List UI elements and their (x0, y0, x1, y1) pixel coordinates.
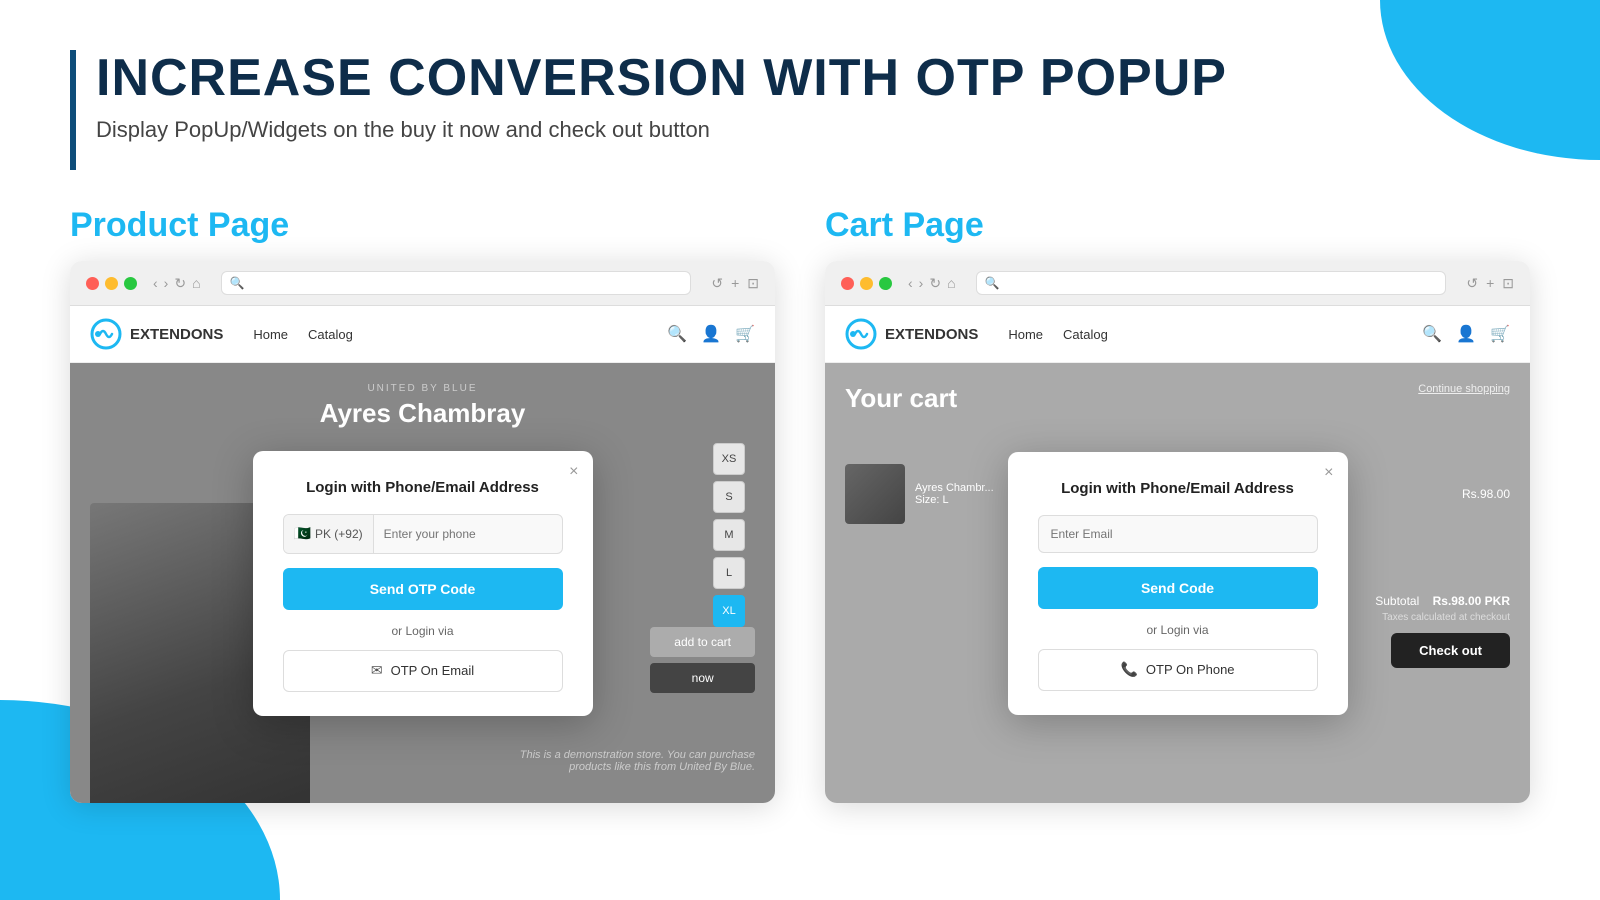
flag-area: 🇵🇰 PK (+92) (284, 515, 374, 553)
cart-browser-actions: ↺ + ⊡ (1466, 275, 1514, 292)
cart-otp-alt-btn[interactable]: 📞 OTP On Phone (1038, 649, 1318, 691)
otp-email-btn[interactable]: ✉ OTP On Email (283, 650, 563, 692)
cart-send-btn[interactable]: Send Code (1038, 567, 1318, 609)
product-page-content: UNITED BY BLUE Ayres Chambray XS S M L X… (70, 363, 775, 803)
main-title: INCREASE CONVERSION WITH OTP POPUP (96, 50, 1227, 107)
product-otp-popup: × Login with Phone/Email Address 🇵🇰 PK (… (253, 451, 593, 716)
otp-alt-label: OTP On Email (391, 663, 475, 678)
cart-nav-links: Home Catalog (1008, 327, 1108, 342)
product-popup-title: Login with Phone/Email Address (283, 479, 563, 496)
product-popup-close[interactable]: × (569, 463, 578, 481)
cart-dot-red[interactable] (841, 277, 854, 290)
store-logo: EXTENDONS (90, 318, 223, 350)
browser-actions: ↺ + ⊡ (711, 275, 759, 292)
refresh-icon[interactable]: ↺ (711, 275, 723, 292)
cart-dot-green[interactable] (879, 277, 892, 290)
product-store-nav: EXTENDONS Home Catalog 🔍 👤 🛒 (70, 306, 775, 363)
cart-dot-yellow[interactable] (860, 277, 873, 290)
phone-icon: 📞 (1120, 661, 1137, 678)
cart-store-name: EXTENDONS (885, 326, 978, 343)
browser-search-bar[interactable]: 🔍 (221, 271, 692, 295)
cart-popup-title: Login with Phone/Email Address (1038, 480, 1318, 497)
phone-input-group: 🇵🇰 PK (+92) (283, 514, 563, 554)
dot-yellow[interactable] (105, 277, 118, 290)
cart-page-column: Cart Page ‹ › ↻ ⌂ (825, 206, 1530, 803)
cart-nav-actions: 🔍 👤 🛒 (1422, 324, 1510, 344)
header-section: INCREASE CONVERSION WITH OTP POPUP Displ… (70, 50, 1530, 170)
cart-page-label: Cart Page (825, 206, 1530, 245)
browser-nav-icons: ‹ › ↻ ⌂ (153, 275, 201, 292)
nav-back-icon[interactable]: ‹ (153, 275, 158, 292)
product-browser-window: ‹ › ↻ ⌂ 🔍 ↺ + ⊡ (70, 261, 775, 803)
cart-otp-popup: × Login with Phone/Email Address Send Co… (1008, 452, 1348, 715)
cart-window-icon[interactable]: ⊡ (1502, 275, 1514, 292)
phone-input[interactable] (374, 515, 562, 553)
cart-action-icon[interactable]: 🛒 (735, 324, 755, 344)
cart-nav-refresh[interactable]: ↻ (929, 275, 941, 292)
send-otp-btn[interactable]: Send OTP Code (283, 568, 563, 610)
cart-newtab-icon[interactable]: + (1486, 275, 1494, 292)
dot-green[interactable] (124, 277, 137, 290)
flag-code: PK (+92) (315, 527, 363, 541)
search-icon: 🔍 (230, 276, 245, 290)
flag-icon: 🇵🇰 (294, 525, 311, 542)
logo-icon (90, 318, 122, 350)
browser-dots (86, 277, 137, 290)
screenshots-row: Product Page ‹ › ↻ ⌂ (70, 206, 1530, 803)
cart-or-text: or Login via (1038, 623, 1318, 637)
or-text: or Login via (283, 624, 563, 638)
email-input[interactable] (1038, 515, 1318, 553)
product-page-column: Product Page ‹ › ↻ ⌂ (70, 206, 775, 803)
cart-browser-search[interactable]: 🔍 (976, 271, 1447, 295)
main-subtitle: Display PopUp/Widgets on the buy it now … (96, 117, 1227, 143)
cart-nav-forward[interactable]: › (919, 275, 924, 292)
cart-nav-catalog-link[interactable]: Catalog (1063, 327, 1108, 342)
nav-forward-icon[interactable]: › (164, 275, 169, 292)
search-action-icon[interactable]: 🔍 (667, 324, 687, 344)
cart-logo-icon (845, 318, 877, 350)
cart-otp-alt-label: OTP On Phone (1146, 662, 1235, 677)
cart-nav-home-link[interactable]: Home (1008, 327, 1043, 342)
cart-account-action[interactable]: 👤 (1456, 324, 1476, 344)
cart-search-action[interactable]: 🔍 (1422, 324, 1442, 344)
account-action-icon[interactable]: 👤 (701, 324, 721, 344)
store-name: EXTENDONS (130, 326, 223, 343)
cart-nav-icons: ‹ › ↻ ⌂ (908, 275, 956, 292)
cart-store-logo: EXTENDONS (845, 318, 978, 350)
cart-nav-back[interactable]: ‹ (908, 275, 913, 292)
cart-nav-home[interactable]: ⌂ (947, 275, 955, 292)
cart-refresh-icon[interactable]: ↺ (1466, 275, 1478, 292)
email-icon: ✉ (371, 662, 383, 679)
nav-refresh-icon[interactable]: ↻ (174, 275, 186, 292)
product-browser-bar: ‹ › ↻ ⌂ 🔍 ↺ + ⊡ (70, 261, 775, 306)
dot-red[interactable] (86, 277, 99, 290)
nav-home-icon[interactable]: ⌂ (192, 275, 200, 292)
cart-search-icon: 🔍 (985, 276, 1000, 290)
cart-cart-action[interactable]: 🛒 (1490, 324, 1510, 344)
header-accent-bar (70, 50, 76, 170)
new-tab-icon[interactable]: + (731, 275, 739, 292)
nav-catalog-link[interactable]: Catalog (308, 327, 353, 342)
cart-browser-bar: ‹ › ↻ ⌂ 🔍 ↺ + ⊡ (825, 261, 1530, 306)
cart-browser-window: ‹ › ↻ ⌂ 🔍 ↺ + ⊡ (825, 261, 1530, 803)
store-nav-links: Home Catalog (253, 327, 353, 342)
cart-store-nav: EXTENDONS Home Catalog 🔍 👤 🛒 (825, 306, 1530, 363)
product-otp-overlay: × Login with Phone/Email Address 🇵🇰 PK (… (70, 363, 775, 803)
cart-browser-dots (841, 277, 892, 290)
cart-otp-overlay: × Login with Phone/Email Address Send Co… (825, 363, 1530, 803)
window-icon[interactable]: ⊡ (747, 275, 759, 292)
nav-home-link[interactable]: Home (253, 327, 288, 342)
cart-page-content: Your cart Continue shopping Ayres Chambr… (825, 363, 1530, 803)
store-nav-actions: 🔍 👤 🛒 (667, 324, 755, 344)
product-page-label: Product Page (70, 206, 775, 245)
cart-popup-close[interactable]: × (1324, 464, 1333, 482)
